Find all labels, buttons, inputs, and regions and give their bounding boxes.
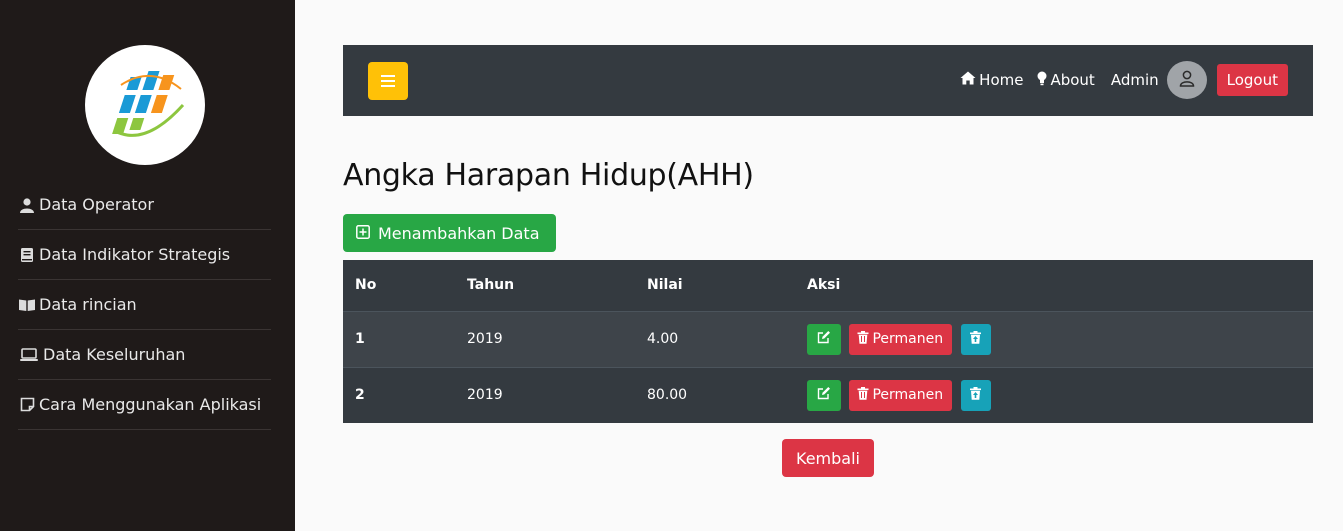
- logout-button[interactable]: Logout: [1216, 64, 1288, 96]
- cell-tahun: 2019: [455, 366, 635, 423]
- delete-permanent-button[interactable]: Permanen: [849, 323, 953, 355]
- sidebar-item-data-rincian[interactable]: Data rincian: [18, 280, 271, 330]
- sidebar-item-label: Cara Menggunakan Aplikasi: [39, 395, 262, 414]
- lightbulb-icon: [1037, 71, 1050, 90]
- user-name: Admin: [1110, 71, 1159, 89]
- cell-tahun: 2019: [455, 310, 635, 367]
- cell-aksi: Permanen: [795, 310, 1313, 367]
- trash-icon: [857, 330, 872, 348]
- sidebar-item-label: Data rincian: [39, 295, 137, 314]
- note-icon: [18, 396, 36, 414]
- edit-button[interactable]: [807, 323, 841, 355]
- cell-no: 2: [343, 366, 455, 423]
- column-header-aksi: Aksi: [795, 260, 1313, 312]
- sidebar-nav: Data Operator Data Indikator Strategis D…: [18, 180, 271, 430]
- plus-square-icon: [356, 224, 378, 243]
- sidebar-item-data-operator[interactable]: Data Operator: [18, 180, 271, 230]
- sidebar-item-data-indikator-strategis[interactable]: Data Indikator Strategis: [18, 230, 271, 280]
- book-icon: [18, 246, 36, 264]
- delete-permanent-label: Permanen: [872, 387, 944, 404]
- data-table: No Tahun Nilai Aksi 1 2019 4.00 Permanen…: [343, 260, 1313, 423]
- table-header-row: No Tahun Nilai Aksi: [343, 260, 1313, 312]
- add-data-label: Menambahkan Data: [378, 223, 540, 243]
- home-link[interactable]: Home: [960, 71, 1023, 89]
- open-book-icon: [18, 296, 36, 314]
- cell-nilai: 80.00: [635, 366, 795, 423]
- avatar[interactable]: [1166, 61, 1207, 99]
- home-icon: [960, 71, 979, 89]
- cell-no: 1: [343, 310, 455, 367]
- table-row: 2 2019 80.00 Permanen: [343, 366, 1313, 423]
- delete-permanent-button[interactable]: Permanen: [849, 379, 953, 411]
- add-data-button[interactable]: Menambahkan Data: [343, 214, 556, 252]
- column-header-no: No: [343, 260, 455, 312]
- trash-icon: [857, 386, 872, 404]
- sidebar: Data Operator Data Indikator Strategis D…: [0, 0, 295, 531]
- cell-nilai: 4.00: [635, 310, 795, 367]
- sidebar-item-cara-menggunakan-aplikasi[interactable]: Cara Menggunakan Aplikasi: [18, 380, 271, 430]
- column-header-nilai: Nilai: [635, 260, 795, 312]
- trash-restore-icon: [970, 386, 982, 404]
- topbar: Home About Admin Logout: [343, 45, 1313, 116]
- page-title: Angka Harapan Hidup(AHH): [343, 158, 754, 193]
- sidebar-item-label: Data Keseluruhan: [43, 345, 186, 364]
- trash-restore-icon: [970, 330, 982, 348]
- hamburger-icon: [381, 72, 395, 91]
- table-row: 1 2019 4.00 Permanen: [343, 310, 1313, 367]
- restore-button[interactable]: [960, 379, 991, 411]
- edit-icon: [817, 330, 831, 348]
- about-link-label: About: [1050, 71, 1095, 89]
- cell-aksi: Permanen: [795, 366, 1313, 423]
- user-outline-icon: [1179, 70, 1195, 91]
- bps-logo: [85, 45, 205, 165]
- edit-button[interactable]: [807, 379, 841, 411]
- delete-permanent-label: Permanen: [872, 331, 944, 347]
- back-button[interactable]: Kembali: [782, 439, 874, 477]
- user-icon: [18, 196, 36, 214]
- home-link-label: Home: [979, 71, 1024, 89]
- topbar-right: Home About Admin Logout: [946, 60, 1288, 100]
- sidebar-item-label: Data Indikator Strategis: [39, 245, 231, 264]
- edit-icon: [817, 386, 831, 404]
- restore-button[interactable]: [960, 323, 991, 355]
- sidebar-item-label: Data Operator: [39, 195, 154, 214]
- laptop-icon: [18, 346, 40, 364]
- menu-toggle-button[interactable]: [368, 62, 408, 100]
- sidebar-item-data-keseluruhan[interactable]: Data Keseluruhan: [18, 330, 271, 380]
- about-link[interactable]: About: [1037, 71, 1095, 90]
- column-header-tahun: Tahun: [455, 260, 635, 312]
